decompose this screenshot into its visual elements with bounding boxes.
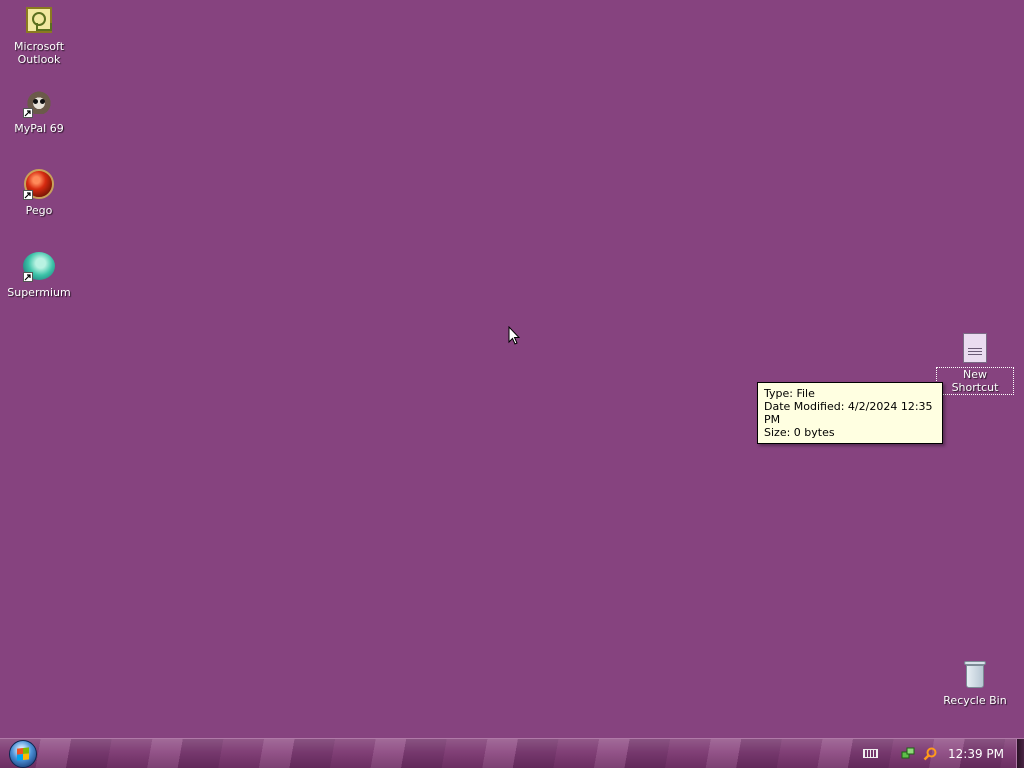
shortcut-arrow-icon [23,272,33,282]
keyboard-icon[interactable] [862,746,878,762]
desktop-icon-microsoft-outlook[interactable]: Microsoft Outlook [1,4,77,66]
system-tray: 12:39 PM [862,739,1024,768]
shortcut-arrow-icon [23,108,33,118]
file-icon [959,332,991,364]
network-icon[interactable] [900,746,916,762]
file-info-tooltip: Type: File Date Modified: 4/2/2024 12:35… [757,382,943,444]
mouse-cursor-icon [508,325,521,345]
start-button[interactable] [9,740,37,768]
desktop-icon-label: Pego [25,204,53,217]
tooltip-date-modified: Date Modified: 4/2/2024 12:35 PM [764,400,933,426]
desktop-icon-label: MyPal 69 [14,122,64,135]
desktop-icon-label: Recycle Bin [943,694,1007,707]
tooltip-type: Type: File [764,387,815,400]
desktop-icon-pego[interactable]: Pego [1,168,77,217]
show-desktop-button[interactable] [1016,739,1024,768]
red-ball-icon [23,168,55,200]
teal-ball-icon [23,250,55,282]
desktop[interactable]: Microsoft Outlook MyPal 69 Pego Supermiu… [0,0,1024,738]
outlook-icon [23,4,55,36]
start-orb-icon [17,747,29,761]
tooltip-size: Size: 0 bytes [764,426,835,439]
shortcut-arrow-icon [23,190,33,200]
desktop-icon-mypal-69[interactable]: MyPal 69 [1,86,77,135]
desktop-icon-label: Microsoft Outlook [13,40,65,66]
recycle-bin-icon [959,658,991,690]
desktop-icon-label: New Shortcut [936,367,1014,395]
search-icon[interactable] [922,746,938,762]
desktop-icon-label: Supermium [7,286,71,299]
desktop-icon-recycle-bin[interactable]: Recycle Bin [937,658,1013,707]
raccoon-icon [23,86,55,118]
taskbar: 12:39 PM [0,738,1024,768]
desktop-icon-new-shortcut[interactable]: New Shortcut [936,332,1014,395]
desktop-icon-supermium[interactable]: Supermium [1,250,77,299]
taskbar-clock[interactable]: 12:39 PM [948,747,1004,761]
